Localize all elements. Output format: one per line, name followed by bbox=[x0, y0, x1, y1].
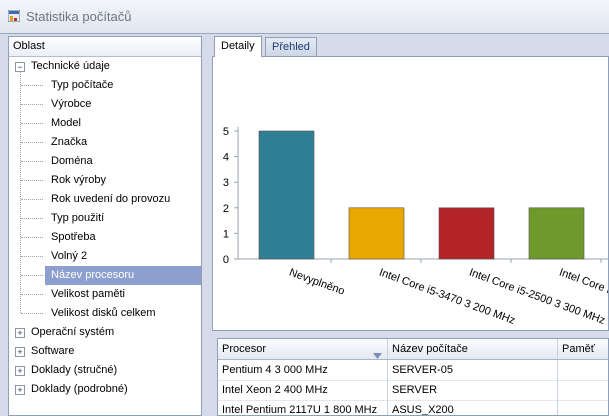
tree-connector bbox=[21, 218, 43, 219]
tree-connector bbox=[21, 104, 43, 105]
y-tick-label: 2 bbox=[223, 203, 229, 215]
tree-connector bbox=[20, 71, 21, 313]
computers-grid: Procesor Název počítače Paměť Pentium 4 … bbox=[217, 338, 609, 416]
table-row[interactable]: Intel Xeon 2 400 MHz SERVER bbox=[218, 380, 608, 401]
cell-processor[interactable]: Intel Xeon 2 400 MHz bbox=[218, 380, 388, 400]
cell-memory[interactable] bbox=[558, 360, 608, 380]
tree-connector bbox=[21, 180, 43, 181]
tree-item-2[interactable]: Model bbox=[47, 114, 81, 133]
tree-item-4[interactable]: Doména bbox=[47, 152, 93, 171]
tree-item-5[interactable]: Rok výroby bbox=[47, 171, 106, 190]
y-tick-label: 1 bbox=[223, 228, 229, 240]
cell-processor[interactable]: Intel Pentium 2117U 1 800 MHz bbox=[218, 400, 388, 415]
cell-computer-name[interactable]: SERVER bbox=[388, 380, 558, 400]
app-window-icon bbox=[8, 10, 20, 22]
x-tick-label: Intel Core i... bbox=[557, 267, 609, 300]
area-tree-panel: Oblast − Technické údaje Typ počítače Výrob… bbox=[8, 36, 202, 416]
sort-descending-icon bbox=[373, 346, 382, 359]
table-row[interactable]: Pentium 4 3 000 MHz SERVER-05 bbox=[218, 360, 608, 381]
tree-item-root-1[interactable]: Software bbox=[31, 342, 74, 361]
bar-3 bbox=[528, 207, 585, 260]
grid-header: Procesor Název počítače Paměť bbox=[218, 339, 608, 360]
tree-item-7[interactable]: Typ použití bbox=[47, 209, 104, 228]
window-title: Statistika počítačů bbox=[26, 9, 132, 24]
title-bar: Statistika počítačů bbox=[0, 0, 609, 34]
bar-1 bbox=[348, 207, 405, 260]
tree-connector bbox=[21, 123, 43, 124]
tree-item-6[interactable]: Rok uvedení do provozu bbox=[47, 190, 170, 209]
column-header-computer-name[interactable]: Název počítače bbox=[388, 339, 558, 359]
tree-connector bbox=[21, 161, 43, 162]
tree-item-9[interactable]: Volný 2 bbox=[47, 247, 87, 266]
y-tick-label: 0 bbox=[223, 254, 229, 266]
tree-item-technical-data[interactable]: Technické údaje bbox=[31, 57, 110, 76]
tree-item-root-2[interactable]: Doklady (stručné) bbox=[31, 361, 117, 380]
processor-bar-chart: 012345Nevyplněno Intel Core i5-3470 3 200… bbox=[223, 126, 609, 327]
tree-connector bbox=[21, 237, 43, 238]
tree-connector bbox=[21, 199, 43, 200]
cell-memory[interactable] bbox=[558, 400, 608, 415]
tree-item-11[interactable]: Velikost paměti bbox=[47, 285, 125, 304]
tree-connector bbox=[21, 294, 43, 295]
tree-connector bbox=[21, 313, 43, 314]
bar-2 bbox=[438, 207, 495, 260]
cell-computer-name[interactable]: ASUS_X200 bbox=[388, 400, 558, 415]
tree-item-root-0[interactable]: Operační systém bbox=[31, 323, 114, 342]
cell-computer-name[interactable]: SERVER-05 bbox=[388, 360, 558, 380]
tree-item-8[interactable]: Spotřeba bbox=[47, 228, 96, 247]
table-row[interactable]: Intel Pentium 2117U 1 800 MHz ASUS_X200 bbox=[218, 400, 608, 415]
tree-connector bbox=[21, 142, 43, 143]
tree-connector bbox=[21, 256, 43, 257]
tab-details[interactable]: Detaily bbox=[214, 36, 262, 57]
expand-icon[interactable]: + bbox=[15, 366, 25, 376]
tree-item-3[interactable]: Značka bbox=[47, 133, 87, 152]
expand-icon[interactable]: + bbox=[15, 385, 25, 395]
x-tick-label: Nevyplněno bbox=[287, 267, 346, 298]
tree-item-0[interactable]: Typ počítače bbox=[47, 76, 113, 95]
tab-strip: Detaily Přehled bbox=[212, 36, 609, 57]
expand-icon[interactable]: + bbox=[15, 347, 25, 357]
cell-processor[interactable]: Pentium 4 3 000 MHz bbox=[218, 360, 388, 380]
tree-item-12[interactable]: Velikost disků celkem bbox=[47, 304, 156, 323]
y-tick-label: 5 bbox=[223, 126, 229, 138]
tree-item-10[interactable]: Název procesoru bbox=[45, 266, 201, 285]
chart-panel: 0 1 2 3 4 5 Nevyplněno Intel Core i5-3470 3 200… bbox=[212, 56, 609, 331]
tree-item-root-3[interactable]: Doklady (podrobné) bbox=[31, 380, 128, 399]
y-tick-label: 4 bbox=[223, 152, 229, 164]
tree-connector bbox=[21, 85, 43, 86]
panel-splitter[interactable] bbox=[204, 36, 210, 416]
column-header-processor[interactable]: Procesor bbox=[218, 339, 388, 359]
tab-overview[interactable]: Přehled bbox=[265, 37, 317, 56]
cell-memory[interactable] bbox=[558, 380, 608, 400]
tree-item-1[interactable]: Výrobce bbox=[47, 95, 91, 114]
bar-0 bbox=[258, 130, 315, 260]
expand-icon[interactable]: + bbox=[15, 328, 25, 338]
tree-connector bbox=[21, 275, 43, 276]
column-header-memory[interactable]: Paměť bbox=[558, 339, 608, 359]
y-tick-label: 3 bbox=[223, 177, 229, 189]
tree-header: Oblast bbox=[9, 37, 201, 57]
